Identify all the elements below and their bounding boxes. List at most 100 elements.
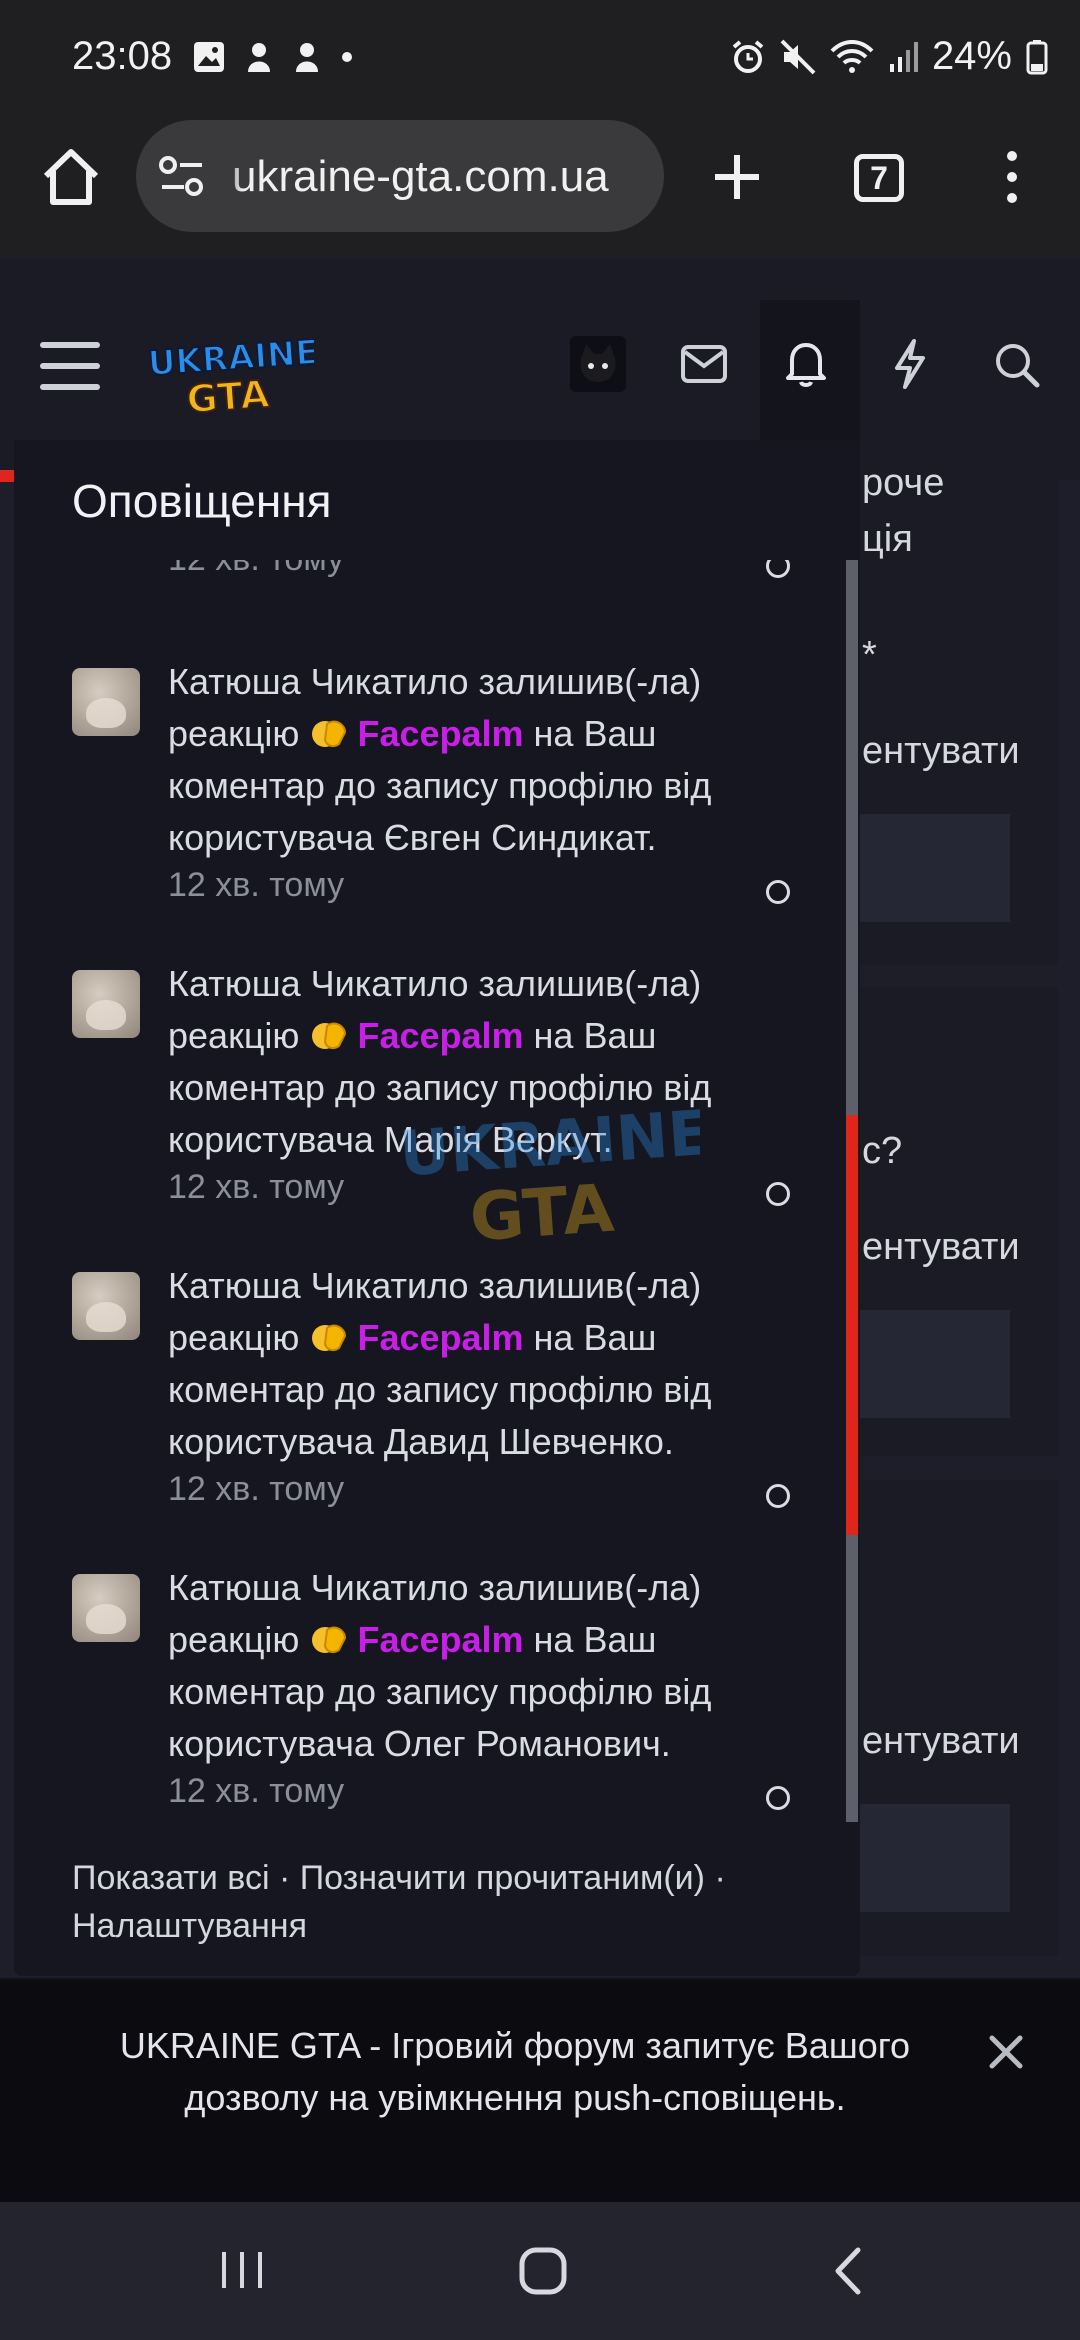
notification-action: залишив(-ла) bbox=[478, 963, 702, 1004]
mail-icon[interactable] bbox=[680, 344, 728, 384]
notification-item[interactable]: Катюша Чикатило залишив(-ла) реакцію Fac… bbox=[14, 1260, 860, 1560]
notification-time: 12 хв. тому bbox=[168, 1168, 345, 1206]
push-banner-text: UKRAINE GTA - Ігровий форум запитує Вашо… bbox=[119, 2025, 911, 2118]
avatar[interactable] bbox=[72, 970, 140, 1038]
footer-separator: · bbox=[705, 1859, 726, 1897]
notification-action: залишив(-ла) bbox=[478, 1567, 702, 1608]
avatar[interactable] bbox=[72, 1574, 140, 1642]
wifi-icon bbox=[830, 39, 874, 73]
url-text[interactable]: ukraine-gta.com.ua bbox=[232, 152, 609, 202]
notification-text: Катюша Чикатило залишив(-ла) реакцію Fac… bbox=[168, 1260, 788, 1468]
avatar[interactable] bbox=[72, 668, 140, 736]
cat-avatar-icon bbox=[580, 344, 616, 382]
push-permission-banner: UKRAINE GTA - Ігровий форум запитує Вашо… bbox=[0, 1980, 1080, 2202]
notification-time: 12 хв. тому bbox=[168, 1772, 345, 1810]
notification-user[interactable]: Катюша Чикатило bbox=[168, 1567, 469, 1608]
site-settings-icon[interactable] bbox=[158, 154, 206, 198]
notification-reaction-prefix: реакцію bbox=[168, 1619, 300, 1660]
notification-action: залишив(-ла) bbox=[478, 661, 702, 702]
background-input[interactable] bbox=[858, 1310, 1010, 1418]
watermark-logo: UKRAINE GTA bbox=[400, 1105, 700, 1255]
mark-read-toggle[interactable] bbox=[766, 1786, 790, 1810]
mute-icon bbox=[780, 39, 816, 74]
back-icon[interactable] bbox=[830, 2246, 866, 2296]
background-text[interactable]: ентувати bbox=[862, 1720, 1020, 1763]
battery-percent: 24% bbox=[931, 34, 1012, 78]
background-text: с? bbox=[862, 1130, 903, 1172]
user-avatar[interactable] bbox=[570, 336, 626, 392]
status-bar: 23:08 24% bbox=[0, 0, 1080, 118]
notification-reaction-name: Facepalm bbox=[357, 1015, 524, 1056]
signal-icon bbox=[889, 41, 918, 72]
notification-reaction-name: Facepalm bbox=[357, 713, 524, 754]
notification-reaction-prefix: реакцію bbox=[168, 713, 300, 754]
url-fade bbox=[220, 144, 242, 208]
background-text[interactable]: ентувати bbox=[862, 1226, 1020, 1269]
notification-user[interactable]: Катюша Чикатило bbox=[168, 661, 469, 702]
status-notification-icons bbox=[192, 40, 354, 74]
new-tab-icon[interactable] bbox=[712, 152, 762, 202]
tab-switcher-button[interactable]: 7 bbox=[854, 154, 904, 202]
status-system-icons: 24% bbox=[730, 34, 1048, 79]
notification-time: 12 хв. тому bbox=[168, 866, 345, 904]
site-logo[interactable]: UKRAINE GTA bbox=[144, 330, 314, 420]
status-time: 23:08 bbox=[72, 34, 173, 78]
app-icon bbox=[248, 43, 270, 72]
dropdown-footer: Показати всі · Позначити прочитаним(и) ·… bbox=[72, 1854, 832, 1950]
search-icon[interactable] bbox=[994, 342, 1040, 388]
notification-reaction-name: Facepalm bbox=[357, 1619, 524, 1660]
dropdown-title: Оповіщення bbox=[72, 475, 332, 527]
notification-time: 12 хв. тому bbox=[168, 1470, 345, 1508]
background-input[interactable] bbox=[858, 1804, 1010, 1912]
gallery-icon bbox=[194, 42, 224, 72]
facepalm-emoji-icon bbox=[312, 1022, 347, 1050]
background-text[interactable]: ентувати bbox=[862, 730, 1020, 773]
notification-action: залишив(-ла) bbox=[478, 1265, 702, 1306]
background-text: * bbox=[862, 634, 877, 676]
mark-read-toggle[interactable] bbox=[766, 1182, 790, 1206]
battery-icon bbox=[1026, 39, 1048, 74]
browser-toolbar: ukraine-gta.com.ua 7 bbox=[0, 118, 1080, 258]
notification-item[interactable]: Катюша Чикатило залишив(-ла) реакцію Fac… bbox=[14, 1562, 860, 1822]
mark-read-toggle[interactable] bbox=[766, 1484, 790, 1508]
notification-user[interactable]: Катюша Чикатило bbox=[168, 963, 469, 1004]
bell-icon[interactable] bbox=[784, 340, 828, 388]
lightning-icon[interactable] bbox=[892, 338, 928, 390]
mark-read-toggle[interactable] bbox=[766, 560, 790, 578]
app-icon bbox=[296, 43, 318, 72]
system-navigation-bar bbox=[0, 2202, 1080, 2340]
avatar[interactable] bbox=[72, 1272, 140, 1340]
notification-item[interactable]: Катюша Чикатило залишив(-ла) реакцію Fac… bbox=[14, 656, 860, 956]
notification-time: 12 хв. тому bbox=[168, 560, 344, 579]
notification-item-partial[interactable]: 12 хв. тому bbox=[14, 560, 860, 600]
home-button-icon[interactable] bbox=[518, 2246, 568, 2296]
notification-reaction-name: Facepalm bbox=[357, 1317, 524, 1358]
notification-reaction-prefix: реакцію bbox=[168, 1317, 300, 1358]
settings-link[interactable]: Налаштування bbox=[72, 1907, 307, 1945]
background-input[interactable] bbox=[858, 814, 1010, 922]
svg-text:GTA: GTA bbox=[467, 1170, 616, 1255]
notification-user[interactable]: Катюша Чикатило bbox=[168, 1265, 469, 1306]
dot-icon bbox=[342, 52, 352, 62]
background-text: роче bbox=[862, 462, 945, 504]
facepalm-emoji-icon bbox=[312, 720, 347, 748]
notification-text: Катюша Чикатило залишив(-ла) реакцію Fac… bbox=[168, 656, 788, 864]
facepalm-emoji-icon bbox=[312, 1324, 347, 1352]
close-icon[interactable] bbox=[984, 2030, 1028, 2074]
scrollbar-thumb[interactable] bbox=[846, 1115, 858, 1535]
background-text: ція bbox=[862, 518, 913, 560]
footer-separator: · bbox=[269, 1859, 300, 1897]
mark-read-link[interactable]: Позначити прочитаним(и) bbox=[300, 1859, 705, 1897]
recent-apps-icon[interactable] bbox=[218, 2248, 266, 2292]
home-icon[interactable] bbox=[40, 146, 102, 208]
show-all-link[interactable]: Показати всі bbox=[72, 1859, 270, 1897]
hamburger-menu-icon[interactable] bbox=[40, 340, 100, 392]
mark-read-toggle[interactable] bbox=[766, 880, 790, 904]
alarm-icon bbox=[732, 39, 764, 73]
svg-text:GTA: GTA bbox=[185, 372, 271, 420]
facepalm-emoji-icon bbox=[312, 1626, 347, 1654]
more-options-icon[interactable] bbox=[1000, 150, 1024, 204]
notification-reaction-prefix: реакцію bbox=[168, 1015, 300, 1056]
notification-text: Катюша Чикатило залишив(-ла) реакцію Fac… bbox=[168, 1562, 788, 1770]
address-bar[interactable]: ukraine-gta.com.ua bbox=[136, 120, 664, 232]
